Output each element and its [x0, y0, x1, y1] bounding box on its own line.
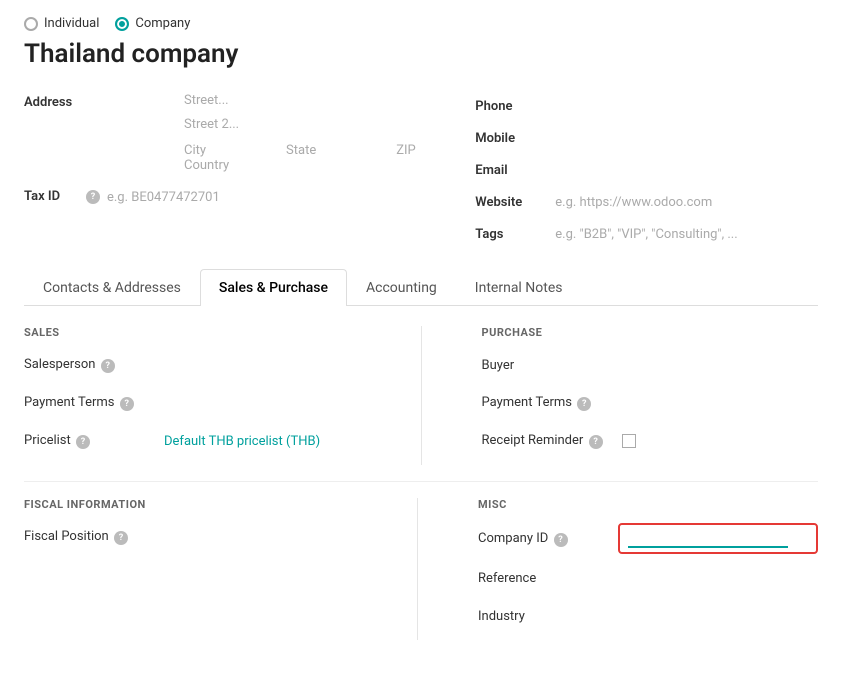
pricelist-row: Pricelist ? Default THB pricelist (THB): [24, 427, 361, 455]
tags-label: Tags: [475, 227, 555, 242]
pricelist-value[interactable]: Default THB pricelist (THB): [164, 434, 320, 449]
mobile-label: Mobile: [475, 131, 555, 146]
email-label: Email: [475, 163, 555, 178]
receipt-reminder-label: Receipt Reminder ?: [482, 433, 622, 449]
payment-terms-sales-help-icon[interactable]: ?: [120, 397, 134, 411]
company-id-row: Company ID ?: [478, 523, 818, 554]
taxid-row: Tax ID ? e.g. BE0477472701: [24, 188, 435, 205]
tab-internal-notes[interactable]: Internal Notes: [456, 269, 582, 306]
payment-terms-purchase-help-icon[interactable]: ?: [577, 397, 591, 411]
individual-label: Individual: [44, 16, 99, 31]
tabs-container: Contacts & Addresses Sales & Purchase Ac…: [24, 269, 818, 306]
col-divider-2: [417, 498, 418, 640]
reference-label: Reference: [478, 571, 618, 586]
company-label: Company: [135, 16, 190, 31]
sales-column: SALES Salesperson ? Payment Terms ? Pric…: [24, 326, 361, 465]
payment-terms-purchase-row: Payment Terms ?: [482, 389, 819, 417]
address-label: Address: [24, 93, 104, 110]
tags-row: Tags e.g. "B2B", "VIP", "Consulting", ..…: [475, 221, 818, 247]
individual-option[interactable]: Individual: [24, 16, 99, 31]
purchase-section-header: PURCHASE: [482, 326, 819, 339]
email-row: Email: [475, 157, 818, 183]
taxid-help-icon[interactable]: ?: [86, 190, 100, 204]
receipt-reminder-checkbox-box[interactable]: [622, 434, 636, 448]
website-placeholder[interactable]: e.g. https://www.odoo.com: [555, 195, 712, 210]
individual-radio[interactable]: [24, 17, 38, 31]
page-title: Thailand company: [24, 39, 818, 69]
company-option[interactable]: Company: [115, 16, 190, 31]
zip-field[interactable]: ZIP: [396, 141, 416, 158]
state-field[interactable]: State: [286, 141, 316, 158]
company-id-input[interactable]: [628, 529, 788, 548]
form-left: Address Street... Street 2... City State…: [24, 93, 435, 253]
sales-section-header: SALES: [24, 326, 361, 339]
company-id-help-icon[interactable]: ?: [554, 533, 568, 547]
industry-label: Industry: [478, 609, 618, 624]
tab-sales-purchase[interactable]: Sales & Purchase: [200, 269, 347, 306]
tab-contacts[interactable]: Contacts & Addresses: [24, 269, 200, 306]
mobile-row: Mobile: [475, 125, 818, 151]
payment-terms-sales-label: Payment Terms ?: [24, 395, 164, 411]
company-id-label: Company ID ?: [478, 531, 618, 547]
fiscal-column: FISCAL INFORMATION Fiscal Position ?: [24, 498, 357, 640]
fiscal-position-row: Fiscal Position ?: [24, 523, 357, 551]
company-radio[interactable]: [115, 17, 129, 31]
receipt-reminder-checkbox[interactable]: [622, 434, 636, 448]
taxid-label: Tax ID: [24, 189, 84, 204]
address-block: Street... Street 2... City State ZIP Cou…: [184, 93, 416, 182]
taxid-placeholder[interactable]: e.g. BE0477472701: [107, 188, 220, 205]
fiscal-position-label: Fiscal Position ?: [24, 529, 164, 545]
phone-label: Phone: [475, 99, 555, 114]
pricelist-label: Pricelist ?: [24, 433, 164, 449]
form-right: Phone Mobile Email Website e.g. https://…: [475, 93, 818, 253]
reference-row: Reference: [478, 564, 818, 592]
street-field[interactable]: Street...: [184, 93, 416, 115]
address-field-row: Address Street... Street 2... City State…: [24, 93, 435, 182]
receipt-reminder-row: Receipt Reminder ?: [482, 427, 819, 455]
tab-content-sales-purchase: SALES Salesperson ? Payment Terms ? Pric…: [24, 306, 818, 660]
salesperson-label: Salesperson ?: [24, 357, 164, 373]
tab-accounting[interactable]: Accounting: [347, 269, 456, 306]
buyer-row: Buyer: [482, 351, 819, 379]
country-field[interactable]: Country: [184, 158, 416, 180]
misc-section-header: MISC: [478, 498, 818, 511]
contact-type-selector: Individual Company: [24, 16, 818, 31]
fiscal-section-header: FISCAL INFORMATION: [24, 498, 357, 511]
pricelist-help-icon[interactable]: ?: [76, 435, 90, 449]
col-divider-1: [421, 326, 422, 465]
buyer-label: Buyer: [482, 358, 622, 373]
fiscal-position-help-icon[interactable]: ?: [114, 531, 128, 545]
payment-terms-purchase-label: Payment Terms ?: [482, 395, 622, 411]
payment-terms-sales-row: Payment Terms ?: [24, 389, 361, 417]
phone-row: Phone: [475, 93, 818, 119]
receipt-reminder-help-icon[interactable]: ?: [589, 435, 603, 449]
content-grid-bottom: FISCAL INFORMATION Fiscal Position ? MIS…: [24, 498, 818, 640]
company-id-highlighted-box: [618, 523, 818, 554]
salesperson-help-icon[interactable]: ?: [101, 359, 115, 373]
tags-placeholder[interactable]: e.g. "B2B", "VIP", "Consulting", ...: [555, 227, 737, 242]
street2-field[interactable]: Street 2...: [184, 117, 416, 139]
salesperson-row: Salesperson ?: [24, 351, 361, 379]
main-form: Address Street... Street 2... City State…: [24, 93, 818, 253]
website-label: Website: [475, 195, 555, 210]
website-row: Website e.g. https://www.odoo.com: [475, 189, 818, 215]
content-grid-top: SALES Salesperson ? Payment Terms ? Pric…: [24, 326, 818, 465]
industry-row: Industry: [478, 602, 818, 630]
purchase-column: PURCHASE Buyer Payment Terms ? Receipt R…: [482, 326, 819, 465]
misc-column: MISC Company ID ? Reference Ind: [478, 498, 818, 640]
